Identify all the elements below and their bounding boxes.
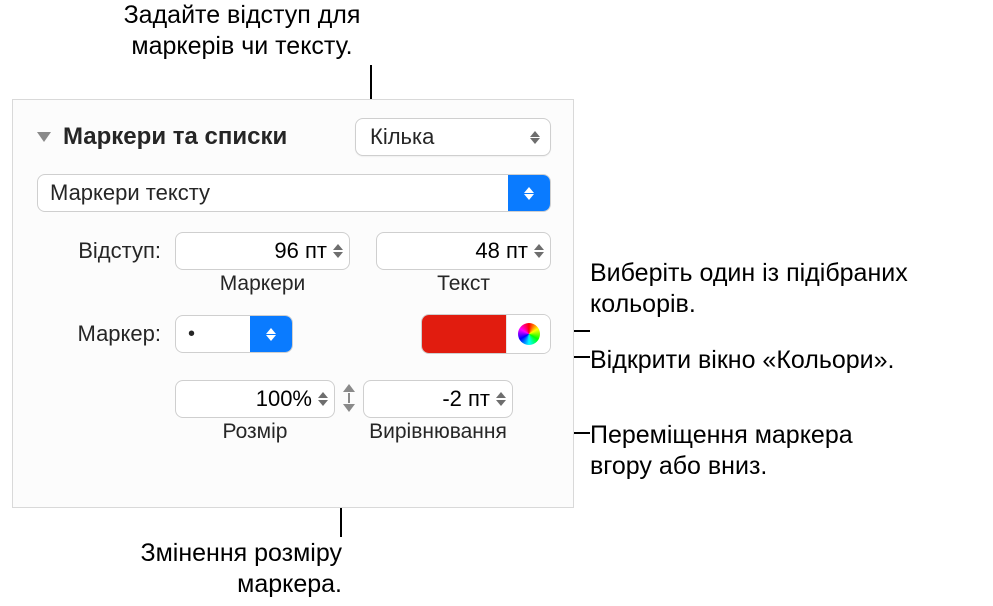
bullet-type-value: Маркери тексту: [50, 180, 210, 206]
section-title: Маркери та списки: [63, 123, 287, 151]
bullet-symbol-popup[interactable]: •: [175, 315, 293, 353]
align-input[interactable]: [374, 385, 492, 413]
callout-resize-bullet: Змінення розміру маркера.: [82, 538, 342, 601]
callout-indent-text: Задайте відступ для маркерів чи тексту.: [82, 0, 402, 63]
callout-open-colors: Відкрити вікно «Кольори».: [590, 345, 894, 376]
size-sublabel: Розмір: [223, 420, 288, 444]
bullet-type-popup[interactable]: Маркери тексту: [37, 174, 551, 212]
stepper-arrows-icon[interactable]: [318, 392, 328, 406]
size-stepper[interactable]: [175, 380, 335, 418]
chevrons-icon: [250, 316, 292, 352]
list-style-popup[interactable]: Кілька: [355, 118, 551, 156]
bullet-indent-stepper[interactable]: [175, 232, 350, 270]
callout-pick-color: Виберіть один із підібраних кольорів.: [590, 258, 993, 321]
size-input[interactable]: [186, 385, 314, 413]
color-swatch[interactable]: [422, 315, 506, 353]
align-sublabel: Вирівнювання: [369, 420, 507, 444]
bullet-indent-sublabel: Маркери: [220, 272, 306, 296]
text-indent-sublabel: Текст: [437, 272, 490, 296]
disclosure-triangle-icon[interactable]: [37, 132, 51, 142]
vertical-resize-icon: [343, 380, 355, 412]
stepper-arrows-icon[interactable]: [496, 392, 506, 406]
chevrons-icon: [508, 175, 550, 211]
color-picker-button[interactable]: [506, 315, 550, 353]
align-stepper[interactable]: [363, 380, 513, 418]
list-style-value: Кілька: [370, 124, 434, 150]
indent-label: Відступ:: [37, 232, 175, 264]
bullet-symbol-value: •: [188, 323, 195, 346]
bullet-label: Маркер:: [37, 321, 175, 347]
callout-move-bullet: Переміщення маркера вгору або вниз.: [590, 420, 920, 483]
text-indent-input[interactable]: [387, 237, 530, 265]
bullet-color-well: [421, 314, 551, 354]
stepper-arrows-icon[interactable]: [534, 244, 544, 258]
bullets-lists-panel: Маркери та списки Кілька Маркери тексту …: [12, 99, 574, 508]
chevrons-icon: [530, 131, 540, 144]
bullet-indent-input[interactable]: [186, 237, 329, 265]
text-indent-stepper[interactable]: [376, 232, 551, 270]
color-wheel-icon: [518, 323, 540, 345]
stepper-arrows-icon[interactable]: [333, 244, 343, 258]
